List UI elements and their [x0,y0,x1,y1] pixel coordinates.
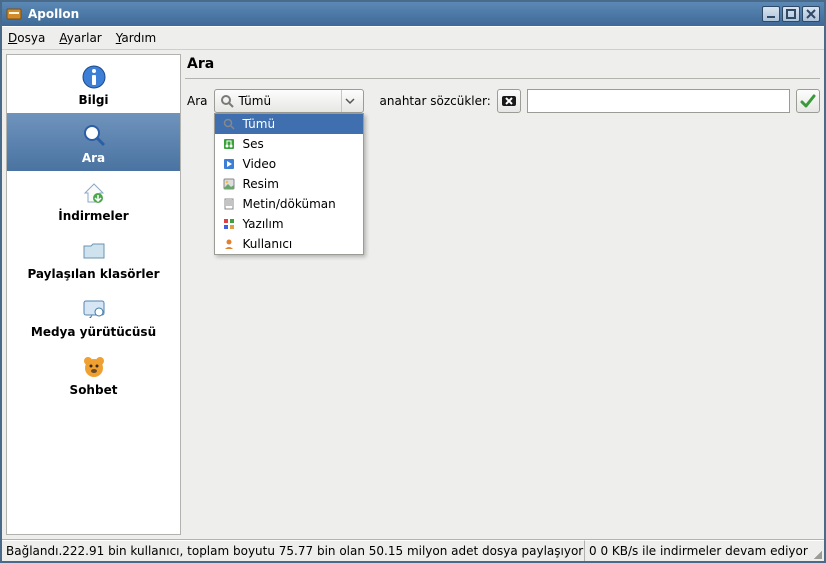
sidebar-item-label: Medya yürütücüsü [31,325,156,339]
search-label: Ara [187,94,208,108]
sidebar-item-ara[interactable]: Ara [7,113,180,171]
dropdown-menu: Tümü Ses Video Resim Metin/döküman Yazılım Kul… [214,113,364,255]
dropdown-option-metin-d-k-man[interactable]: Metin/döküman [215,194,363,214]
sidebar-item-paylaşılan-klasörler[interactable]: Paylaşılan klasörler [7,229,180,287]
clear-keywords-button[interactable] [497,89,521,113]
status-connection: Bağlandı.222.91 bin kullanıcı, toplam bo… [2,540,584,561]
dropdown-option-ses[interactable]: Ses [215,134,363,154]
home-down-icon [80,179,108,207]
software-icon [221,218,237,230]
search-submit-button[interactable] [796,89,820,113]
keywords-label: anahtar sözcükler: [380,94,491,108]
dropdown-option-label: Yazılım [243,217,284,231]
body-area: Bilgi Ara İndirmeler Paylaşılan klasörler Me… [2,50,824,539]
minimize-button[interactable] [762,6,780,22]
sidebar-item-medya-yürütücüsü[interactable]: Medya yürütücüsü [7,287,180,345]
search-icon [80,121,108,149]
sidebar-item-i̇ndirmeler[interactable]: İndirmeler [7,171,180,229]
search-type-dropdown: Tümü TümüSesVideoResimMetin/dökümanYazıl… [214,89,364,113]
dropdown-option-resim[interactable]: Resim [215,174,363,194]
sidebar-item-label: Ara [82,151,105,165]
dropdown-option-t-m-[interactable]: Tümü [215,114,363,134]
search-icon [221,118,237,130]
dropdown-option-yaz-l-m[interactable]: Yazılım [215,214,363,234]
dropdown-option-label: Resim [243,177,279,191]
main-heading: Ara [185,54,820,78]
media-icon [80,295,108,323]
search-icon [219,94,235,108]
menu-item-yardım[interactable]: Yardım [116,31,156,45]
search-row: Ara Tümü TümüSesVideoResimMetin/dökümanY… [185,89,820,113]
dropdown-button[interactable]: Tümü [214,89,364,113]
maximize-button[interactable] [782,6,800,22]
app-window: Apollon Dosya Ayarlar Yardım Bilgi Ara İndir… [0,0,826,563]
main-panel: Ara Ara Tümü TümüSesVideoResimMetin/dökü… [185,54,820,535]
keywords-input[interactable] [527,89,790,113]
menu-item-ayarlar[interactable]: Ayarlar [59,31,101,45]
text-icon [221,198,237,210]
sidebar-item-sohbet[interactable]: Sohbet [7,345,180,403]
sidebar-item-label: İndirmeler [58,209,128,223]
dropdown-option-label: Ses [243,137,264,151]
sidebar: Bilgi Ara İndirmeler Paylaşılan klasörler Me… [6,54,181,535]
info-icon [80,63,108,91]
dropdown-option-video[interactable]: Video [215,154,363,174]
sidebar-item-label: Sohbet [70,383,118,397]
divider [185,78,820,79]
status-downloads: 0 0 KB/s ile indirmeler devam ediyor [584,540,824,561]
window-title: Apollon [28,7,760,21]
image-icon [221,178,237,190]
statusbar: Bağlandı.222.91 bin kullanıcı, toplam bo… [2,539,824,561]
close-button[interactable] [802,6,820,22]
dropdown-option-kullan-c-[interactable]: Kullanıcı [215,234,363,254]
chevron-down-icon [341,90,359,112]
app-icon [6,6,22,22]
sidebar-item-bilgi[interactable]: Bilgi [7,55,180,113]
folder-icon [80,237,108,265]
dropdown-option-label: Kullanıcı [243,237,293,251]
titlebar: Apollon [2,2,824,26]
dropdown-option-label: Tümü [243,117,276,131]
dropdown-option-label: Metin/döküman [243,197,336,211]
menubar: Dosya Ayarlar Yardım [2,26,824,50]
sidebar-item-label: Bilgi [78,93,108,107]
menu-item-dosya[interactable]: Dosya [8,31,45,45]
bear-icon [80,353,108,381]
user-icon [221,238,237,250]
video-icon [221,158,237,170]
sidebar-item-label: Paylaşılan klasörler [27,267,159,281]
dropdown-selected-label: Tümü [239,94,341,108]
audio-icon [221,138,237,150]
dropdown-option-label: Video [243,157,277,171]
